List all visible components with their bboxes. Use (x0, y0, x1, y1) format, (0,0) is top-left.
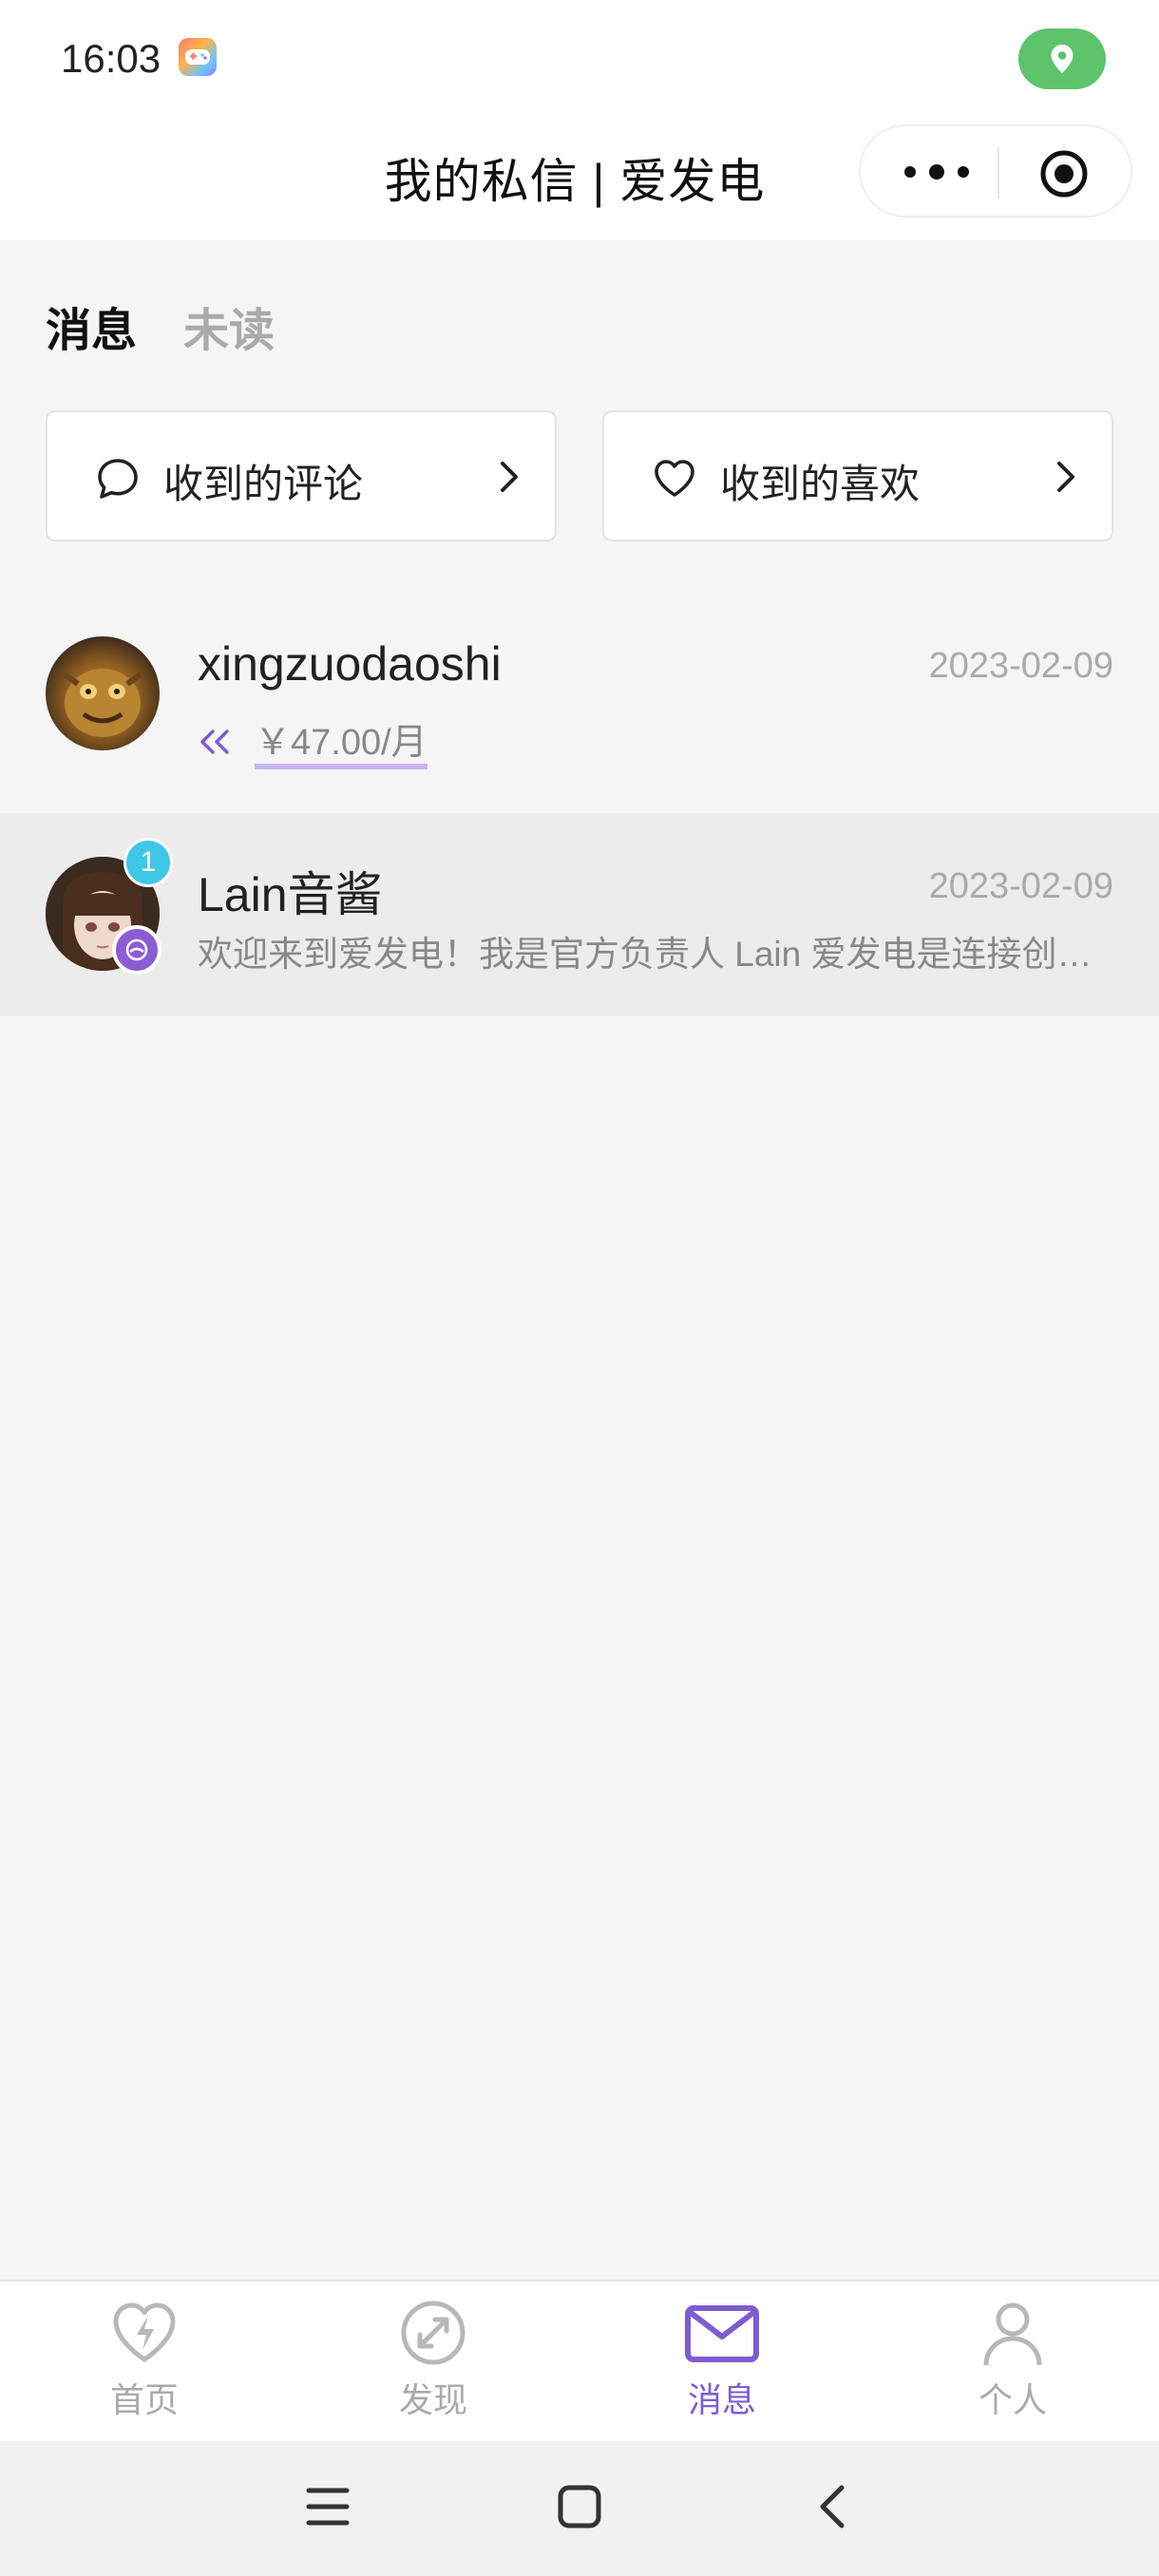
avatar[interactable] (46, 636, 160, 750)
tab-messages-nav[interactable]: 消息 (627, 2299, 817, 2432)
close-mini-program-icon[interactable] (1039, 149, 1089, 199)
more-options-icon[interactable] (899, 155, 975, 189)
tab-unread[interactable]: 未读 (183, 293, 275, 359)
tab-discover[interactable]: 发现 (338, 2299, 528, 2432)
conversation-item[interactable]: xingzuodaoshi 2023-02-09 ￥47.00/月 (0, 608, 1159, 811)
system-navigation-bar (0, 2441, 1159, 2576)
tab-home-label: 首页 (109, 2380, 179, 2419)
compass-expand-icon (401, 2301, 466, 2365)
chevron-right-icon (1057, 462, 1074, 492)
received-comments-card[interactable]: 收到的评论 (46, 410, 557, 541)
tab-profile[interactable]: 个人 (918, 2299, 1108, 2432)
message-preview: 欢迎来到爱发电！我是官方负责人 Lain 爱发电是连接创作者与粉丝的平台 (198, 935, 1113, 974)
conversation-name: Lain音酱 (198, 868, 383, 921)
location-pin-icon (1051, 45, 1074, 73)
tab-messages[interactable]: 消息 (46, 293, 137, 359)
conversation-date: 2023-02-09 (928, 866, 1113, 906)
home-icon[interactable] (557, 2483, 602, 2530)
person-icon (983, 2302, 1042, 2366)
capsule-divider (998, 147, 999, 199)
bottom-tab-bar: 首页 发现 消息 个人 (0, 2280, 1159, 2441)
tab-home[interactable]: 首页 (49, 2299, 239, 2432)
status-time: 16:03 (61, 36, 162, 81)
sponsor-amount: ￥47.00/月 (255, 722, 428, 769)
game-app-icon (179, 38, 217, 76)
status-bar: 16:03 (0, 0, 1159, 119)
conversation-date: 2023-02-09 (928, 646, 1113, 686)
tab-profile-label: 个人 (978, 2380, 1047, 2419)
unread-count-badge: 1 (124, 838, 173, 887)
tab-discover-label: 发现 (398, 2380, 467, 2419)
tab-messages-label: 消息 (687, 2380, 756, 2419)
received-likes-card[interactable]: 收到的喜欢 (602, 410, 1113, 541)
mail-icon (685, 2305, 759, 2362)
heart-outline-icon (655, 460, 694, 497)
heart-lightning-icon (113, 2302, 176, 2362)
conversation-name: xingzuodaoshi (198, 637, 502, 691)
menu-icon[interactable] (306, 2483, 350, 2530)
location-indicator (1018, 28, 1106, 89)
official-badge (112, 925, 162, 975)
received-comments-label: 收到的评论 (163, 462, 364, 506)
chevron-right-icon (501, 462, 518, 492)
comment-bubble-icon (98, 459, 138, 499)
mini-program-capsule (859, 124, 1132, 218)
afdian-logo-icon (125, 938, 148, 961)
conversation-item[interactable]: 1 Lain音酱 2023-02-09 欢迎来到爱发电！我是官方负责人 Lain… (0, 813, 1159, 1016)
back-icon[interactable] (813, 2483, 851, 2530)
received-likes-label: 收到的喜欢 (720, 462, 921, 506)
double-chevron-left-icon (200, 729, 229, 754)
nav-bar: 我的私信 | 爱发电 (0, 119, 1159, 240)
